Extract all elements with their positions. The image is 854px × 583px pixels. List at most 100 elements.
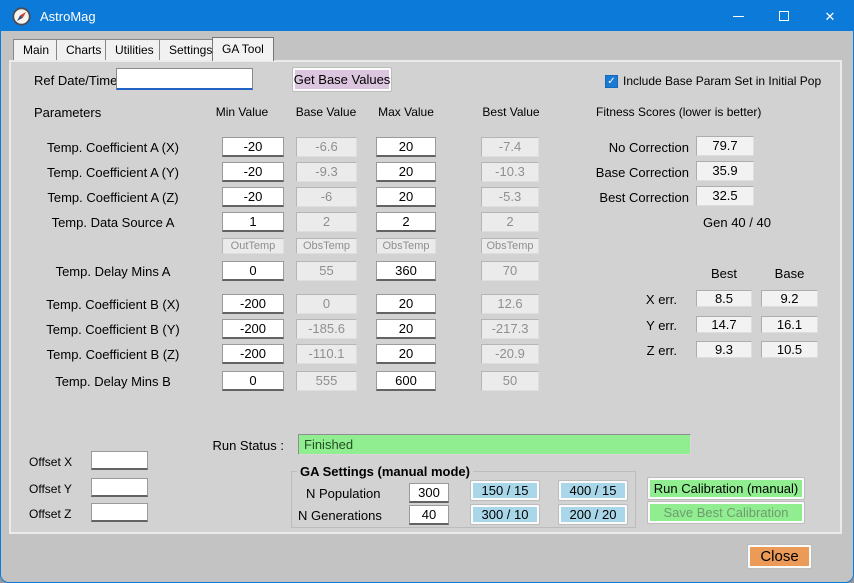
base-value-field: -185.6	[296, 319, 357, 339]
preset-400-15-button[interactable]: 400 / 15	[559, 481, 627, 500]
max-value-input[interactable]	[376, 137, 436, 157]
ref-datetime-label: Ref Date/Time	[34, 73, 118, 88]
run-calibration-button[interactable]: Run Calibration (manual)	[648, 478, 804, 499]
preset-300-10-button[interactable]: 300 / 10	[471, 505, 539, 524]
close-button[interactable]: Close	[748, 545, 811, 568]
err-base-field: 10.5	[761, 341, 818, 358]
fitness-row-label: Best Correction	[599, 190, 689, 205]
minimize-icon	[732, 15, 744, 17]
min-value-input[interactable]	[222, 212, 284, 232]
tab-main[interactable]: Main	[13, 39, 60, 60]
max-value-input[interactable]	[376, 344, 436, 364]
tab-charts[interactable]: Charts	[56, 39, 112, 60]
best-value-field: -20.9	[481, 344, 539, 364]
best-value-field: -5.3	[481, 187, 539, 207]
fitness-row-label: No Correction	[608, 140, 689, 155]
offset-z-input[interactable]	[91, 503, 148, 522]
window-controls: ✕	[715, 1, 853, 31]
fitness-row-label: Base Correction	[595, 165, 689, 180]
min-value-input[interactable]	[222, 187, 284, 207]
fitness-value-field: 79.7	[696, 136, 754, 156]
min-value-input[interactable]	[222, 162, 284, 182]
base-value-field: 555	[296, 371, 357, 391]
ga-settings-title: GA Settings (manual mode)	[297, 464, 473, 479]
max-value-input[interactable]	[376, 162, 436, 182]
best-value-field: 70	[481, 261, 539, 281]
n-generations-input[interactable]	[409, 505, 449, 525]
temp-source-field: ObsTemp	[376, 238, 436, 254]
run-status-label: Run Status :	[212, 438, 284, 453]
checkbox-check-icon: ✓	[605, 74, 618, 88]
col-header-best: Best Value	[482, 105, 540, 119]
err-row-label: X err.	[645, 292, 677, 307]
err-best-field: 14.7	[696, 316, 752, 333]
offset-x-input[interactable]	[91, 451, 148, 470]
err-base-field: 16.1	[761, 316, 818, 333]
fitness-value-field: 35.9	[696, 161, 754, 181]
base-value-field: 55	[296, 261, 357, 281]
err-col-best-header: Best	[710, 266, 737, 281]
max-value-input[interactable]	[376, 319, 436, 339]
include-base-param-checkbox[interactable]: ✓ Include Base Param Set in Initial Pop	[605, 74, 821, 88]
base-value-field: 0	[296, 294, 357, 314]
min-value-input[interactable]	[222, 294, 284, 314]
param-row-label: Temp. Delay Mins A	[55, 264, 171, 279]
best-value-field: 12.6	[481, 294, 539, 314]
best-value-field: -7.4	[481, 137, 539, 157]
max-value-input[interactable]	[376, 212, 436, 232]
minimize-button[interactable]	[715, 1, 761, 31]
best-value-field: -217.3	[481, 319, 539, 339]
err-col-base-header: Base	[774, 266, 805, 281]
best-value-field: -10.3	[481, 162, 539, 182]
col-header-max: Max Value	[378, 105, 434, 119]
param-row-label: Temp. Coefficient B (Z)	[46, 347, 180, 362]
param-row-label: Temp. Coefficient A (Z)	[47, 190, 179, 205]
param-row-label: Temp. Coefficient B (Y)	[46, 322, 180, 337]
col-header-min: Min Value	[215, 105, 269, 119]
param-row-label: Temp. Data Source A	[51, 215, 175, 230]
compass-icon	[12, 6, 31, 26]
offset-z-label: Offset Z	[29, 507, 72, 521]
include-base-param-label: Include Base Param Set in Initial Pop	[623, 74, 822, 88]
min-value-input[interactable]	[222, 137, 284, 157]
err-best-field: 8.5	[696, 290, 752, 307]
maximize-icon	[779, 11, 789, 21]
save-best-calibration-button[interactable]: Save Best Calibration	[648, 502, 804, 523]
min-value-input[interactable]	[222, 344, 284, 364]
fitness-scores-header: Fitness Scores (lower is better)	[596, 105, 762, 119]
base-value-field: -110.1	[296, 344, 357, 364]
offset-y-input[interactable]	[91, 478, 148, 497]
maximize-button[interactable]	[761, 1, 807, 31]
form-bottom-strip	[1, 534, 853, 582]
best-value-field: 50	[481, 371, 539, 391]
ref-datetime-input[interactable]	[116, 68, 253, 90]
max-value-input[interactable]	[376, 187, 436, 207]
tab-utilities[interactable]: Utilities	[105, 39, 164, 60]
err-row-label: Y err.	[646, 318, 677, 333]
tab-ga-tool[interactable]: GA Tool	[212, 37, 274, 61]
err-best-field: 9.3	[696, 341, 752, 358]
max-value-input[interactable]	[376, 294, 436, 314]
parameters-section-label: Parameters	[34, 105, 102, 120]
min-value-input[interactable]	[222, 371, 284, 391]
n-generations-label: N Generations	[298, 508, 382, 523]
min-value-input[interactable]	[222, 319, 284, 339]
preset-200-20-button[interactable]: 200 / 20	[559, 505, 627, 524]
offset-y-label: Offset Y	[29, 482, 72, 496]
base-value-field: -6	[296, 187, 357, 207]
close-window-button[interactable]: ✕	[807, 1, 853, 31]
get-base-values-button[interactable]: Get Base Values	[293, 68, 391, 91]
window-title: AstroMag	[40, 8, 96, 24]
n-population-input[interactable]	[409, 483, 449, 503]
preset-150-15-button[interactable]: 150 / 15	[471, 481, 539, 500]
param-row-label: Temp. Delay Mins B	[55, 374, 171, 389]
min-value-input[interactable]	[222, 261, 284, 281]
col-header-base: Base Value	[295, 105, 357, 119]
temp-source-field: OutTemp	[222, 238, 284, 254]
param-row-label: Temp. Coefficient A (X)	[47, 140, 179, 155]
param-row-label: Temp. Coefficient A (Y)	[47, 165, 179, 180]
max-value-input[interactable]	[376, 261, 436, 281]
n-population-label: N Population	[306, 486, 381, 501]
max-value-input[interactable]	[376, 371, 436, 391]
temp-source-field: ObsTemp	[481, 238, 539, 254]
